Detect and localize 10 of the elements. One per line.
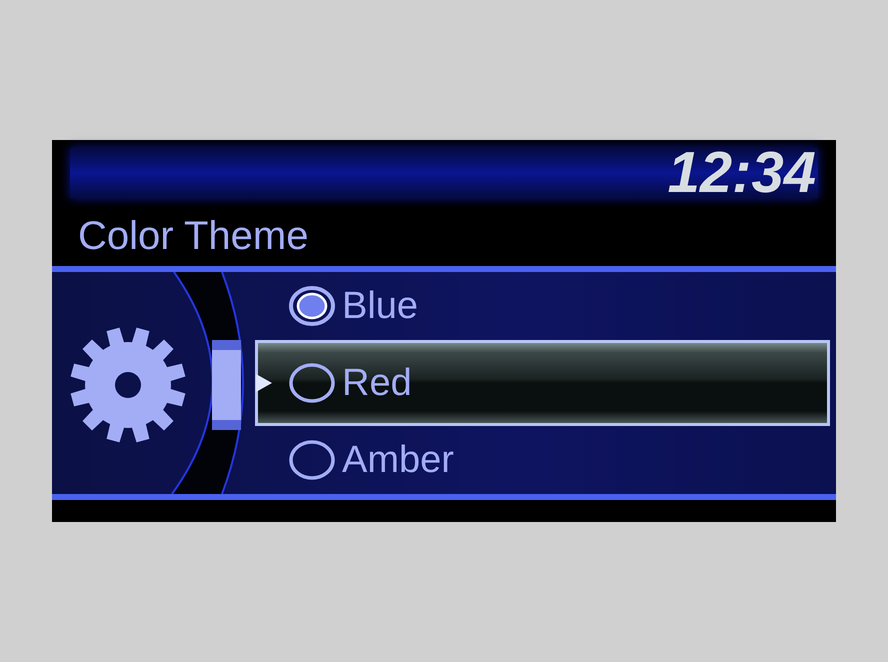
radio-button[interactable]: [288, 285, 336, 327]
gear-icon: [68, 325, 188, 445]
theme-option[interactable]: Amber: [255, 426, 830, 494]
pointer-icon: [256, 374, 272, 392]
theme-option[interactable]: Blue: [255, 272, 830, 340]
screen-title: Color Theme: [77, 213, 310, 260]
theme-option[interactable]: Red: [255, 340, 830, 426]
radio-button[interactable]: [288, 362, 336, 404]
clock-text: 12:34: [668, 144, 816, 202]
radio-button[interactable]: [288, 439, 336, 481]
